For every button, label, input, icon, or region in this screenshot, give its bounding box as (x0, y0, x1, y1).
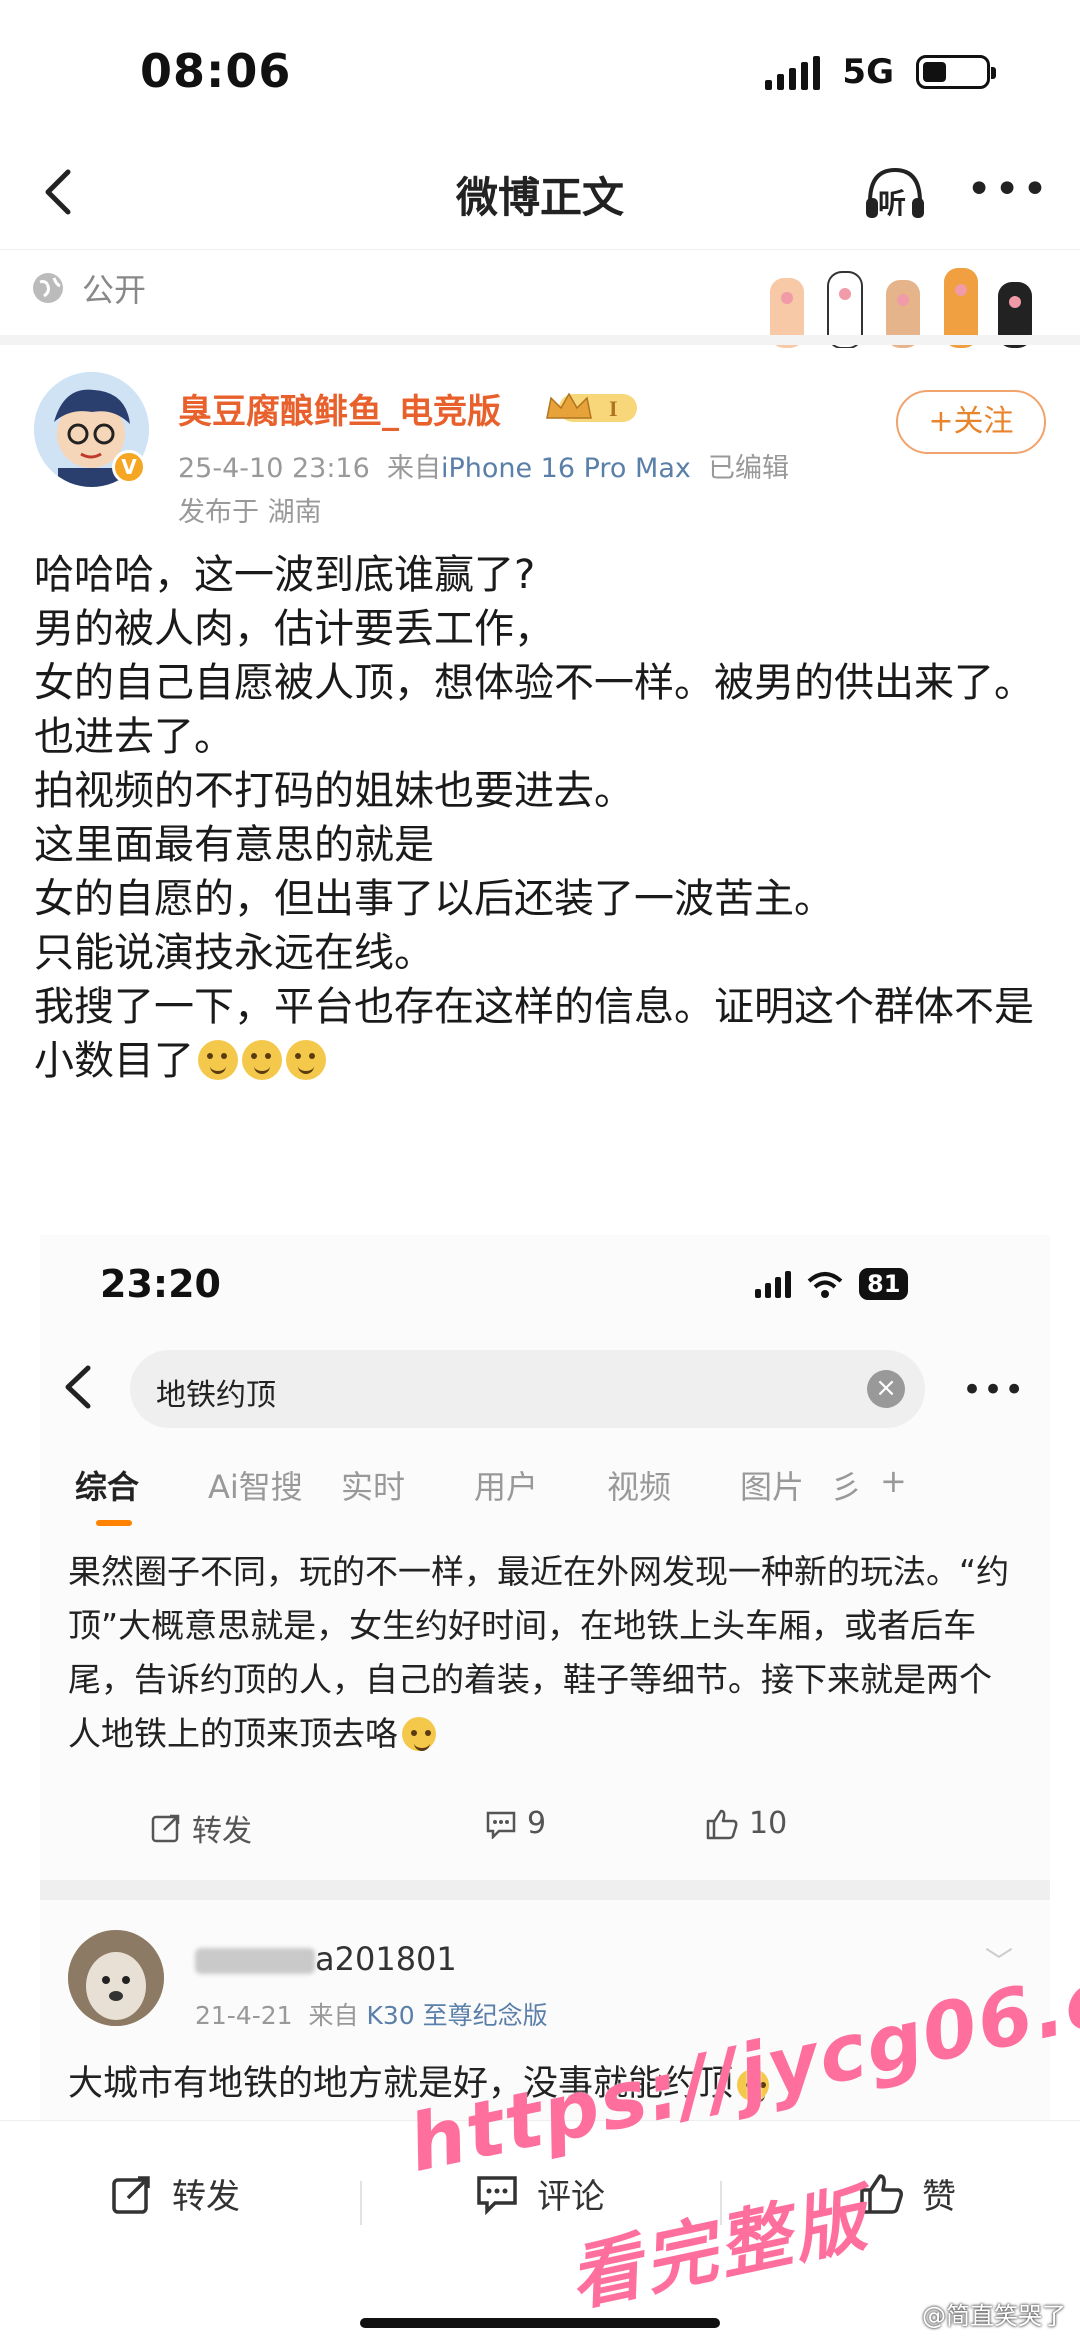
doge-emoji-icon (286, 1040, 326, 1080)
embedded-comments: 9 (485, 1806, 546, 1841)
embedded-clear-icon: × (867, 1370, 905, 1408)
embedded-comment-avatar (68, 1930, 164, 2026)
embedded-comment-device: K30 至尊纪念版 (366, 2001, 548, 2030)
username[interactable]: 臭豆腐酿鲱鱼_电竞版 (178, 384, 501, 433)
repost-button[interactable]: 转发 (110, 2169, 240, 2218)
battery-icon (916, 55, 996, 89)
share-icon (112, 2175, 150, 2214)
embedded-tab-add: + (880, 1462, 907, 1500)
listen-button[interactable]: 听 (860, 162, 930, 224)
embedded-comment-username: a201801 (195, 1940, 457, 1978)
embedded-like-count: 10 (749, 1806, 788, 1841)
post-line: 我搜了一下，平台也存在这样的信息。证明这个群体不是小数目了 (34, 984, 1034, 1084)
member-crown-badge-icon[interactable]: I (545, 388, 640, 428)
post-line: 这里面最有意思的就是 (34, 822, 434, 868)
post-line-with-emoji: 我搜了一下，平台也存在这样的信息。证明这个群体不是小数目了 (34, 980, 1044, 1088)
embedded-battery-level: 81 (859, 1268, 909, 1300)
blurred-name (195, 1948, 315, 1974)
member-level: I (609, 396, 618, 421)
post-device[interactable]: iPhone 16 Pro Max (441, 453, 691, 484)
like-label: 赞 (922, 2177, 956, 2217)
embedded-status-indicators: 81 (755, 1268, 909, 1300)
home-indicator[interactable] (360, 2318, 720, 2328)
embedded-post-text: 果然圈子不同，玩的不一样，最近在外网发现一种新的玩法。“约顶”大概意思就是，女生… (68, 1545, 1018, 1761)
embedded-status-time: 23:20 (100, 1262, 221, 1306)
listen-label: 听 (878, 187, 907, 220)
post-line: 哈哈哈，这一波到底谁赢了? (34, 552, 536, 598)
embedded-search-bar: 地铁约顶 × (130, 1350, 925, 1428)
embedded-dog-avatar (68, 1930, 164, 2026)
globe-icon (33, 273, 63, 303)
embedded-comment-source-prefix: 来自 (308, 2001, 359, 2030)
edited-label: 已编辑 (708, 453, 790, 484)
cat-paws-decoration (770, 268, 1032, 348)
repost-label: 转发 (172, 2177, 240, 2217)
embedded-emoji-icon (402, 1717, 436, 1751)
doge-emoji-icon (242, 1040, 282, 1080)
embedded-wifi-icon (807, 1272, 843, 1298)
embedded-tab-indicator (96, 1520, 132, 1526)
section-divider (0, 335, 1080, 345)
post-meta: 25-4-10 23:16 来自iPhone 16 Pro Max 已编辑 (178, 446, 789, 485)
embedded-search-query: 地铁约顶 (156, 1378, 276, 1413)
doge-emoji-icon (198, 1040, 238, 1080)
embedded-thumbs-up-icon (706, 1809, 738, 1839)
weibo-watermark: @简直笑哭了 (922, 2302, 1066, 2330)
embedded-tab: 视频 (607, 1468, 672, 1506)
status-bar: 08:06 5G (0, 0, 1080, 140)
embedded-divider (40, 1880, 1050, 1900)
more-button[interactable]: ••• (966, 168, 1050, 212)
signal-icon (765, 54, 821, 90)
nav-bar: 微博正文 听 ••• (0, 140, 1080, 250)
visibility-row: 公开 (30, 265, 146, 311)
verified-badge-icon: V (112, 450, 146, 484)
status-indicators: 5G (765, 52, 996, 92)
embedded-tab: 图片 (740, 1468, 805, 1506)
embedded-tab: 彡 (830, 1468, 863, 1506)
post-line: 只能说演技永远在线。 (34, 930, 434, 976)
embedded-comment-count: 9 (527, 1806, 547, 1841)
status-time: 08:06 (140, 44, 292, 98)
like-button[interactable]: 赞 (858, 2169, 956, 2218)
embedded-comment-icon (486, 1811, 516, 1839)
comment-label: 评论 (537, 2177, 605, 2217)
source-prefix: 来自 (386, 453, 441, 484)
follow-button[interactable]: +关注 (896, 390, 1046, 454)
embedded-share-icon (151, 1814, 180, 1843)
embedded-comment-username-suffix: a201801 (315, 1940, 457, 1978)
embedded-signal-icon (755, 1270, 791, 1298)
action-separator (360, 2181, 362, 2225)
post-line: 女的自愿的，但出事了以后还装了一波苦主。 (34, 876, 834, 922)
post-line: 女的自己自愿被人顶，想体验不一样。被男的供出来了。也进去了。 (34, 660, 1034, 760)
embedded-tab: Ai智搜 (208, 1468, 303, 1506)
embedded-likes: 10 (705, 1806, 787, 1841)
post-body: 哈哈哈，这一波到底谁赢了? 男的被人肉，估计要丢工作， 女的自己自愿被人顶，想体… (34, 548, 1044, 1088)
post-line: 拍视频的不打码的姐妹也要进去。 (34, 768, 634, 814)
embedded-tab: 用户 (474, 1468, 539, 1506)
embedded-tab: 实时 (341, 1468, 406, 1506)
embedded-comment-meta: 21-4-21 来自 K30 至尊纪念版 (195, 1996, 548, 2032)
visibility-label: 公开 (82, 271, 147, 309)
embedded-tab: 综合 (75, 1468, 140, 1506)
embedded-tabs: 综合 Ai智搜 实时 用户 视频 图片 彡 + (75, 1462, 920, 1508)
embedded-repost: 转发 (150, 1806, 252, 1850)
post-location: 发布于 湖南 (178, 497, 322, 528)
post-date: 25-4-10 23:16 (178, 453, 370, 484)
embedded-more-icon: ••• (962, 1370, 1026, 1410)
post-line: 男的被人肉，估计要丢工作， (34, 606, 554, 652)
embedded-actions: 转发 9 10 (150, 1806, 950, 1856)
embedded-back-icon (65, 1365, 91, 1409)
comment-icon (477, 2175, 517, 2215)
embedded-comment-date: 21-4-21 (195, 2001, 293, 2030)
network-label: 5G (842, 52, 894, 92)
embedded-post-content: 果然圈子不同，玩的不一样，最近在外网发现一种新的玩法。“约顶”大概意思就是，女生… (68, 1552, 1010, 1753)
embedded-repost-label: 转发 (192, 1814, 252, 1849)
comment-button[interactable]: 评论 (475, 2169, 605, 2218)
